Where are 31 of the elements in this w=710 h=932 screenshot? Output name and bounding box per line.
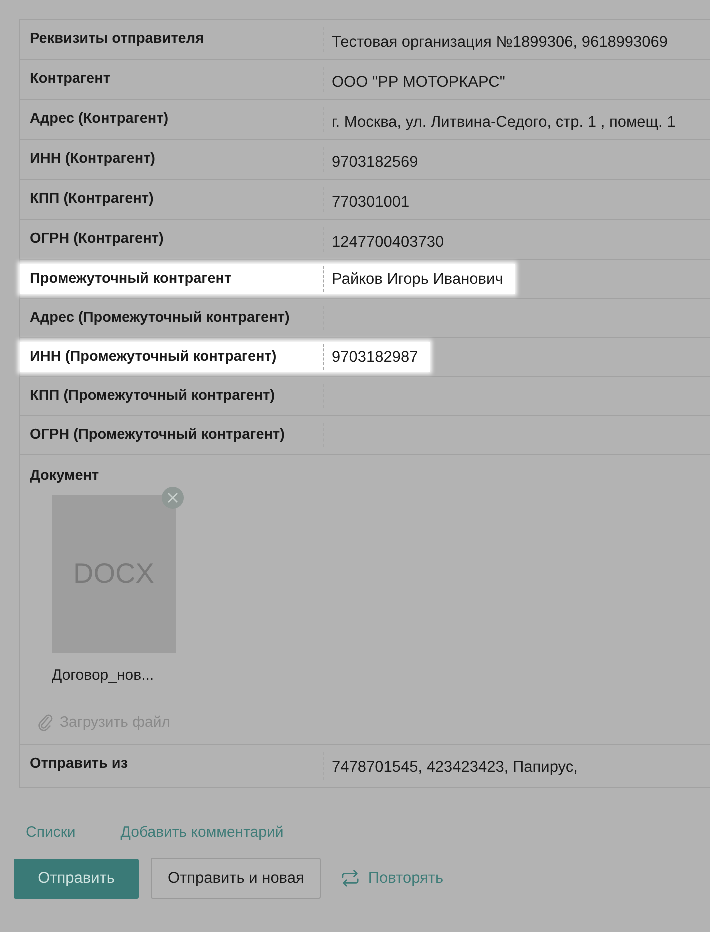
field-label: Отправить из: [29, 755, 130, 774]
field-label: ИНН (Контрагент): [29, 150, 157, 169]
field-label: Промежуточный контрагент: [29, 270, 233, 289]
field-value: 9703182987: [332, 349, 418, 366]
field-value: 770301001: [332, 194, 410, 211]
text-link[interactable]: Списки: [26, 824, 76, 841]
file-name: Договор_нов...: [52, 667, 156, 684]
field-value: Тестовая организация №1899306, 9618993069: [332, 34, 668, 51]
field-label: КПП (Промежуточный контрагент): [29, 387, 276, 406]
field-value: 7478701545, 423423423, Папирус,: [332, 759, 578, 776]
field-value: Райков Игорь Иванович: [332, 271, 504, 288]
repeat-button[interactable]: Повторять: [333, 870, 444, 888]
field-label: ИНН (Промежуточный контрагент): [29, 348, 278, 367]
send-and-new-button[interactable]: Отправить и новая: [151, 858, 322, 899]
field-label: Адрес (Промежуточный контрагент): [29, 309, 291, 328]
field-label: Документ: [29, 467, 100, 486]
field-label: Реквизиты отправителя: [29, 30, 206, 49]
field-value: 1247700403730: [332, 234, 444, 251]
field-value: 9703182569: [332, 154, 418, 171]
text-link[interactable]: Добавить комментарий: [120, 824, 284, 841]
field-label: ОГРН (Контрагент): [29, 230, 165, 249]
field-value: ООО "РР МОТОРКАРС": [332, 74, 506, 91]
field-label: ОГРН (Промежуточный контрагент): [29, 426, 286, 445]
field-label: КПП (Контрагент): [29, 190, 155, 209]
close-icon[interactable]: [162, 487, 184, 509]
repeat-icon: [341, 870, 360, 887]
field-label: Контрагент: [29, 70, 112, 89]
field-label: Адрес (Контрагент): [29, 110, 170, 129]
paperclip-icon: [38, 713, 53, 732]
send-button[interactable]: Отправить: [14, 858, 139, 898]
field-value: г. Москва, ул. Литвина-Седого, стр. 1 , помещ. 1: [332, 114, 676, 131]
